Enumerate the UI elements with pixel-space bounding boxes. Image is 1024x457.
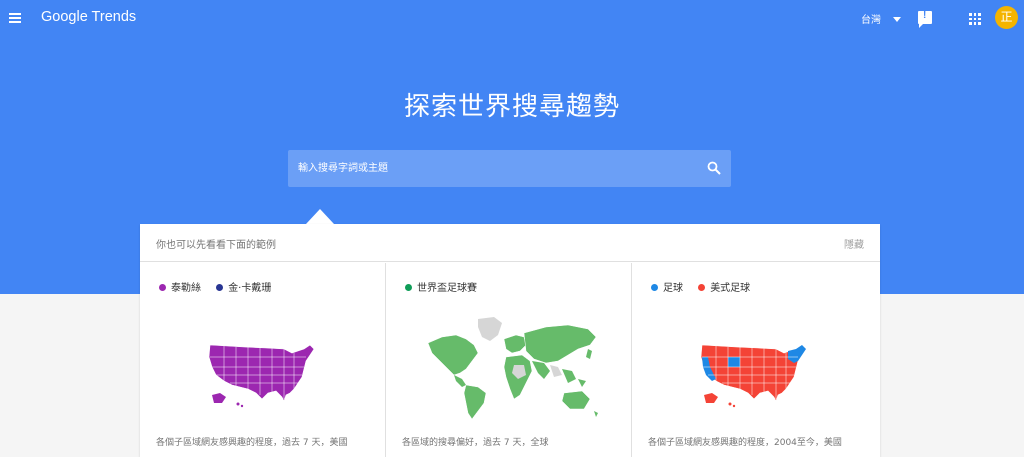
legend-label: 泰勒絲: [171, 283, 201, 294]
legend-label: 金·卡戴珊: [228, 283, 272, 294]
legend-dot: [159, 284, 166, 291]
page-headline: 探索世界搜尋趨勢: [403, 92, 620, 122]
legend-item: 足球: [651, 279, 683, 294]
top-bar: Google Trends 台灣 正: [0, 0, 1024, 38]
us-map: [700, 344, 807, 408]
legend-label: 世界盃足球賽: [417, 283, 477, 294]
legend-item: 泰勒絲: [159, 279, 201, 294]
legend-label: 足球: [663, 283, 683, 294]
hide-button[interactable]: 隱藏: [844, 236, 864, 251]
search-icon[interactable]: [707, 161, 721, 175]
examples-panel: 你也可以先看看下面的範例 隱藏 泰勒絲 金·卡戴珊 各個子區域網友感興趣的程度，…: [140, 224, 880, 457]
logo-trends: Trends: [91, 9, 137, 25]
apps-grid-icon[interactable]: [969, 13, 981, 25]
search-box[interactable]: [288, 150, 731, 187]
example-card-world-cup[interactable]: 世界盃足球賽 各區域的搜尋偏好，過去 7 天，全球: [386, 263, 632, 457]
avatar[interactable]: 正: [995, 6, 1018, 29]
example-card-soccer-football[interactable]: 足球 美式足球 各個子區域網友感興趣的程度，2004至今，美國: [632, 263, 880, 457]
legend-item: 金·卡戴珊: [216, 279, 271, 294]
region-selector[interactable]: 台灣: [861, 11, 881, 26]
feedback-icon[interactable]: [918, 10, 932, 28]
examples-title: 你也可以先看看下面的範例: [156, 240, 276, 251]
legend-label: 美式足球: [710, 283, 751, 294]
logo-google: Google: [41, 9, 88, 25]
legend-item: 世界盃足球賽: [405, 279, 477, 294]
hamburger-menu-icon[interactable]: [8, 11, 22, 25]
search-input[interactable]: [298, 150, 698, 187]
world-map: [427, 317, 598, 420]
legend-dot: [216, 284, 224, 291]
card-legend: 足球 美式足球: [651, 279, 762, 294]
card-caption: 各個子區域網友感興趣的程度，2004至今，美國: [648, 438, 842, 448]
card-legend: 世界盃足球賽: [405, 279, 489, 294]
caret-down-icon[interactable]: [893, 17, 901, 22]
us-map: [208, 344, 315, 408]
card-caption: 各區域的搜尋偏好，過去 7 天，全球: [402, 438, 549, 448]
legend-dot: [651, 284, 658, 291]
legend-dot: [405, 284, 412, 291]
card-caption: 各個子區域網友感興趣的程度，過去 7 天，美國: [156, 438, 348, 448]
legend-item: 美式足球: [698, 279, 750, 294]
card-legend: 泰勒絲 金·卡戴珊: [159, 279, 283, 294]
google-trends-logo[interactable]: Google Trends: [41, 9, 136, 25]
panel-pointer: [306, 209, 334, 224]
examples-header: 你也可以先看看下面的範例 隱藏: [140, 224, 880, 262]
legend-dot: [698, 284, 706, 291]
example-card-taylor-kim[interactable]: 泰勒絲 金·卡戴珊 各個子區域網友感興趣的程度，過去 7 天，美國: [140, 263, 386, 457]
